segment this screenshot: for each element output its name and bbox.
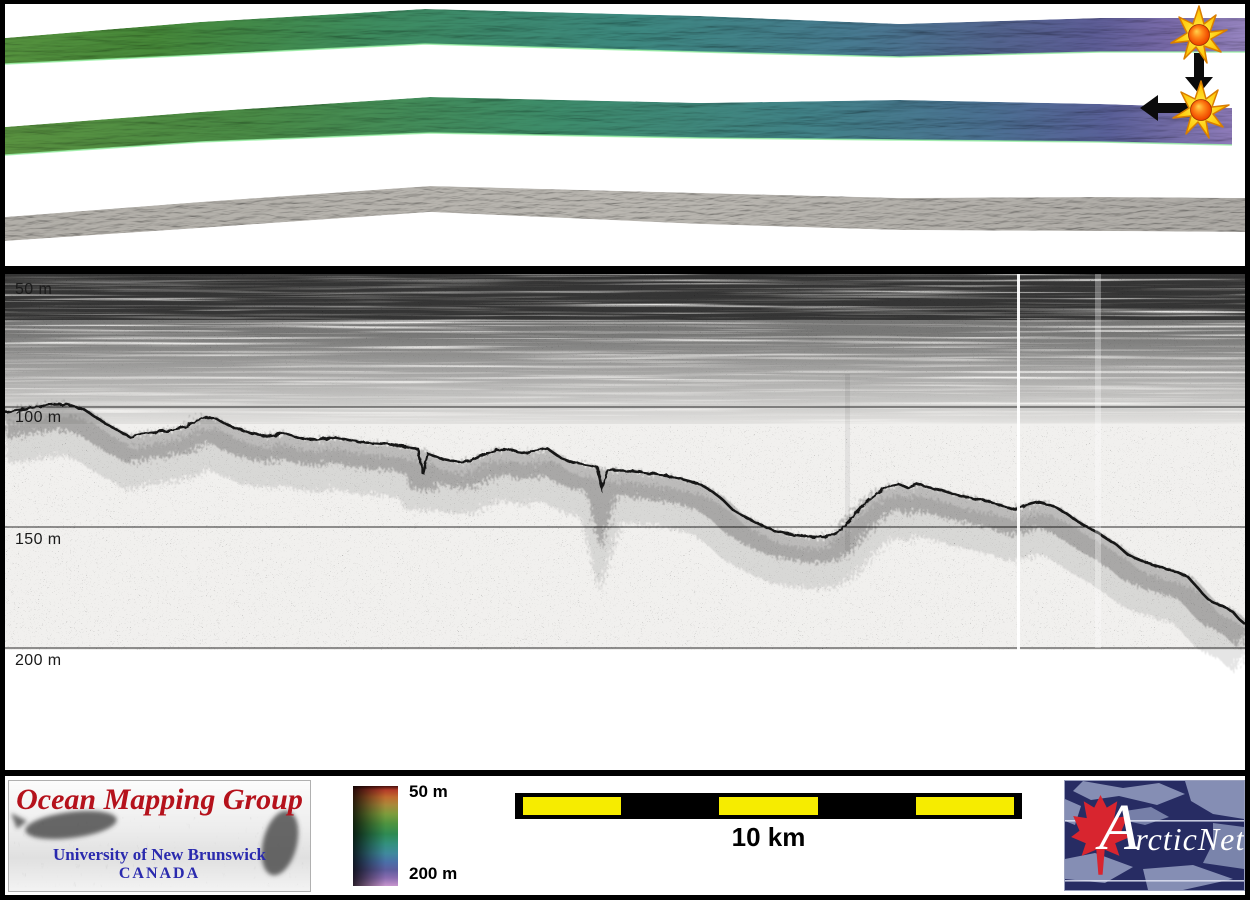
- omg-university: University of New Brunswick: [53, 845, 266, 864]
- scale-bar-label: 10 km: [731, 822, 806, 852]
- arcticnet-rest: rcticNet: [1135, 821, 1245, 857]
- water-column-noise-bands: [5, 274, 1245, 320]
- depth-label-50m: 50 m: [15, 281, 53, 298]
- faint-data-gap: [1095, 274, 1101, 648]
- swath-panel: [5, 4, 1245, 266]
- scale-bar: [515, 793, 1022, 819]
- depth-label-150m: 150 m: [15, 531, 62, 548]
- subbottom-graphics: [5, 274, 1245, 672]
- scale-bar-segment: [719, 797, 818, 815]
- sidescan-swath: [5, 186, 1245, 241]
- omg-country: CANADA: [118, 865, 201, 882]
- data-gap-line: [1017, 274, 1020, 650]
- omg-logo: Ocean Mapping Group University of New Br…: [8, 780, 311, 892]
- logo-rule: [1065, 880, 1244, 882]
- noise-fade: [5, 334, 1245, 426]
- scale-bar-segment: [915, 797, 1015, 815]
- depth-label-100m: 100 m: [15, 409, 62, 426]
- scale-bar-segment: [523, 797, 622, 815]
- figure-canvas: 50 m 100 m 150 m 200 m Ocean Mapping Gro…: [0, 0, 1250, 900]
- colorbar-top-label: 50 m: [409, 782, 448, 801]
- swath-graphics: [5, 5, 1245, 241]
- depth-label-200m: 200 m: [15, 652, 62, 669]
- arcticnet-logo: A rcticNet: [1064, 780, 1245, 891]
- arcticnet-initial: A: [1099, 791, 1140, 864]
- bathymetry-swath-1: [5, 9, 1245, 65]
- colorbar-bottom-label: 200 m: [409, 864, 458, 883]
- scale-bar-segment: [817, 797, 916, 815]
- footer-panel: Ocean Mapping Group University of New Br…: [5, 776, 1245, 895]
- subbottom-profile-panel: 50 m 100 m 150 m 200 m: [5, 274, 1245, 770]
- dark-ping-streak: [845, 374, 850, 554]
- scale-bar-segment: [621, 797, 720, 815]
- omg-title: Ocean Mapping Group: [16, 783, 303, 816]
- depth-colorbar: [353, 786, 398, 886]
- arcticnet-wordmark: A rcticNet: [1099, 791, 1245, 864]
- colorbar-hillshade: [353, 786, 398, 886]
- bathymetry-swath-2: [5, 97, 1233, 156]
